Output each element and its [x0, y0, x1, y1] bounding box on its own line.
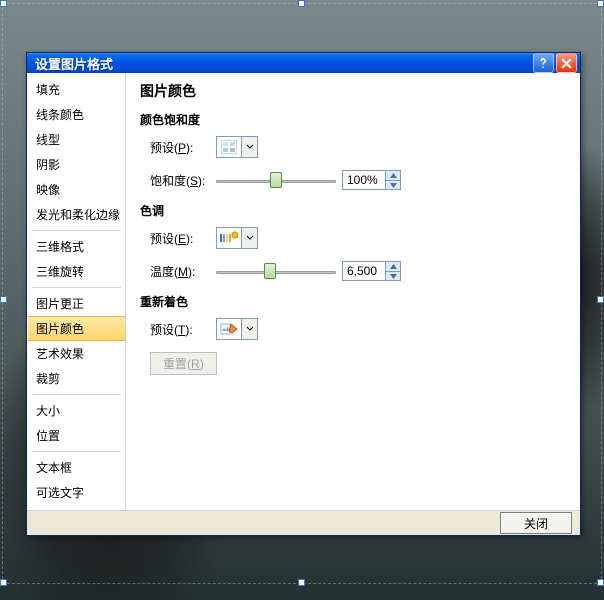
label-recolor-preset: 预设(T):: [150, 321, 210, 338]
chevron-down-icon: [241, 228, 257, 248]
help-button[interactable]: [533, 53, 554, 73]
chevron-down-icon: [241, 319, 257, 339]
label-tone-value: 温度(M):: [150, 263, 210, 280]
resize-handle[interactable]: [0, 296, 7, 303]
format-picture-dialog: 设置图片格式 填充线条颜色线型阴影映像发光和柔化边缘三维格式三维旋转图片更正图片…: [26, 52, 581, 536]
resize-handle[interactable]: [597, 579, 604, 586]
resize-handle[interactable]: [298, 579, 305, 586]
dialog-footer: 关闭: [27, 510, 580, 535]
sidebar-item-7[interactable]: 三维旋转: [28, 259, 125, 284]
saturation-slider[interactable]: [216, 170, 336, 190]
temperature-value-field[interactable]: [343, 262, 385, 280]
saturation-value-input[interactable]: [342, 170, 401, 190]
sidebar-item-6[interactable]: 三维格式: [28, 234, 125, 259]
section-saturation: 颜色饱和度: [140, 111, 565, 128]
sidebar-item-4[interactable]: 映像: [28, 177, 125, 202]
spin-down-icon[interactable]: [385, 180, 400, 189]
section-recolor: 重新着色: [140, 293, 565, 310]
sidebar-separator: [32, 451, 121, 452]
sidebar-item-15[interactable]: 可选文字: [28, 480, 125, 505]
sidebar-separator: [32, 287, 121, 288]
content-panel: 图片颜色 颜色饱和度 预设(P): 饱和度(S):: [126, 73, 579, 509]
tone-preset-dropdown[interactable]: [216, 227, 258, 249]
resize-handle[interactable]: [597, 296, 604, 303]
label-sat-preset: 预设(P):: [150, 139, 210, 156]
temperature-slider[interactable]: [216, 261, 336, 281]
close-button[interactable]: 关闭: [500, 512, 572, 534]
section-tone: 色调: [140, 202, 565, 219]
resize-handle[interactable]: [0, 0, 7, 7]
sidebar-item-3[interactable]: 阴影: [28, 152, 125, 177]
resize-handle[interactable]: [298, 0, 305, 7]
temperature-value-input[interactable]: [342, 261, 401, 281]
sidebar-item-2[interactable]: 线型: [28, 127, 125, 152]
sidebar-item-10[interactable]: 艺术效果: [28, 341, 125, 366]
slider-thumb[interactable]: [264, 263, 276, 279]
spin-up-icon[interactable]: [385, 262, 400, 271]
recolor-preset-dropdown[interactable]: [216, 318, 258, 340]
label-tone-preset: 预设(E):: [150, 230, 210, 247]
chevron-down-icon: [241, 137, 257, 157]
sidebar-item-1[interactable]: 线条颜色: [28, 102, 125, 127]
sidebar-item-11[interactable]: 裁剪: [28, 366, 125, 391]
recolor-preset-icon: [217, 322, 241, 336]
sidebar-item-5[interactable]: 发光和柔化边缘: [28, 202, 125, 227]
resize-handle[interactable]: [0, 579, 7, 586]
spin-down-icon[interactable]: [385, 271, 400, 280]
spin-up-icon[interactable]: [385, 171, 400, 180]
slider-thumb[interactable]: [270, 172, 282, 188]
resize-handle[interactable]: [597, 0, 604, 7]
sidebar-item-13[interactable]: 位置: [28, 423, 125, 448]
sidebar-item-0[interactable]: 填充: [28, 77, 125, 102]
label-sat-value: 饱和度(S):: [150, 172, 210, 189]
sidebar-item-9[interactable]: 图片颜色: [28, 316, 125, 341]
close-x-button[interactable]: [556, 53, 577, 73]
title-bar[interactable]: 设置图片格式: [27, 53, 580, 73]
help-icon: [538, 57, 550, 69]
sidebar-separator: [32, 230, 121, 231]
saturation-preset-dropdown[interactable]: [216, 136, 258, 158]
tone-preset-icon: [217, 231, 241, 245]
sidebar-item-14[interactable]: 文本框: [28, 455, 125, 480]
reset-button: 重置(R): [150, 352, 217, 375]
saturation-preset-icon: [217, 140, 241, 154]
panel-heading: 图片颜色: [140, 81, 565, 101]
close-icon: [561, 58, 572, 69]
saturation-value-field[interactable]: [343, 171, 385, 189]
sidebar-separator: [32, 394, 121, 395]
dialog-title: 设置图片格式: [35, 54, 531, 73]
sidebar-item-12[interactable]: 大小: [28, 398, 125, 423]
sidebar-item-8[interactable]: 图片更正: [28, 291, 125, 316]
category-sidebar: 填充线条颜色线型阴影映像发光和柔化边缘三维格式三维旋转图片更正图片颜色艺术效果裁…: [28, 73, 126, 509]
